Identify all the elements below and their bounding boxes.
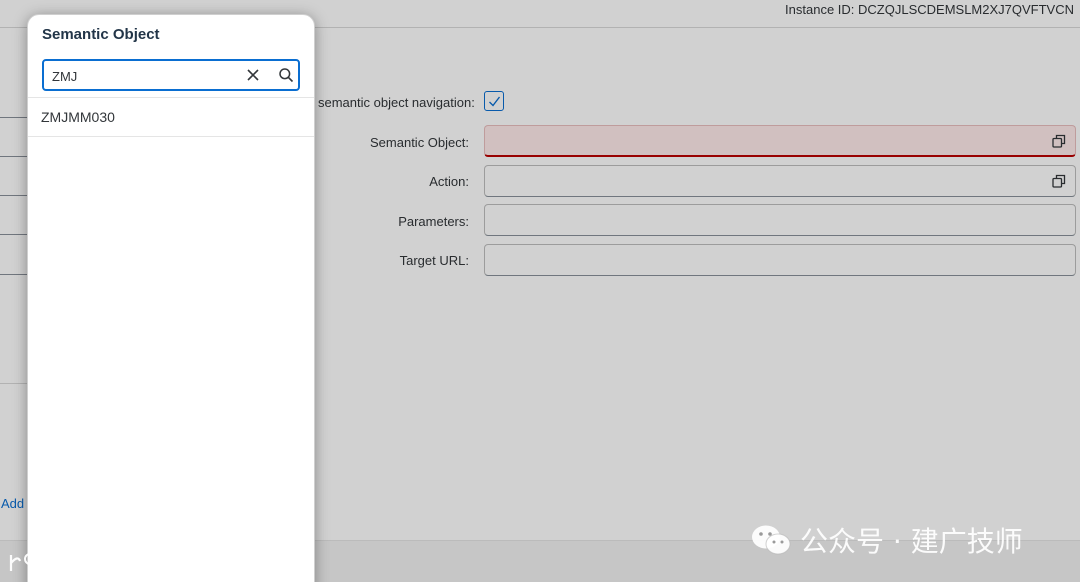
semantic-object-popover: Semantic Object ZMJMM030 — [27, 14, 315, 582]
clear-icon[interactable] — [246, 68, 260, 82]
search-field[interactable] — [42, 59, 300, 91]
watermark-left: 大数跨境 — [8, 548, 134, 577]
watermark-left-text: 大数跨境 — [54, 552, 134, 576]
watermark-right: 公众号 · 建广技师 — [750, 520, 1023, 560]
brand-logo-icon — [9, 552, 47, 571]
search-icon[interactable] — [278, 67, 294, 83]
list-item[interactable]: ZMJMM030 — [28, 98, 314, 136]
popover-title: Semantic Object — [42, 26, 160, 43]
list-item-label: ZMJMM030 — [41, 109, 115, 125]
list-separator — [28, 136, 314, 137]
watermark-right-text: 公众号 · 建广技师 — [800, 525, 1023, 558]
wechat-icon — [752, 525, 791, 555]
search-input[interactable] — [52, 67, 232, 85]
